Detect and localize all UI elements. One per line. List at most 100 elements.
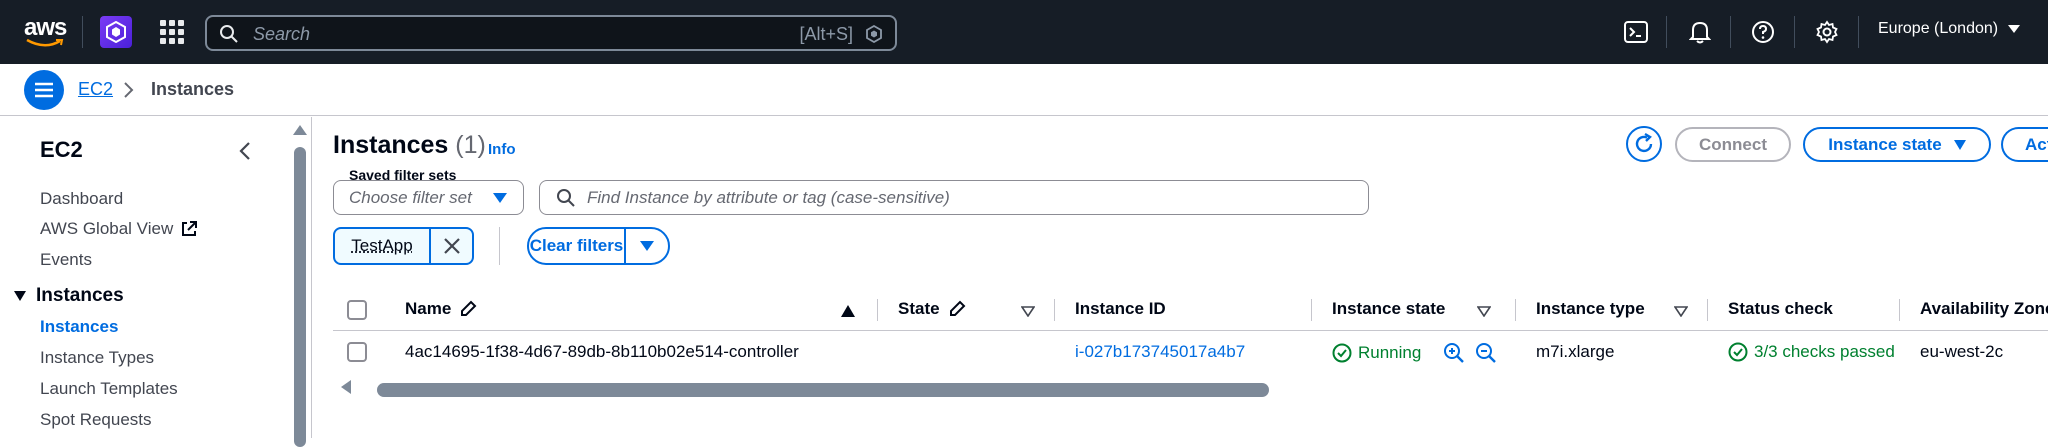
cell-instance-type: m7i.xlarge xyxy=(1536,342,1614,362)
search-icon xyxy=(556,188,576,208)
status-success-icon xyxy=(1332,343,1352,363)
sort-icon[interactable] xyxy=(1021,306,1035,317)
sort-icon[interactable] xyxy=(1477,306,1491,317)
filter-divider xyxy=(499,227,500,265)
instance-state-button-label: Instance state xyxy=(1828,135,1941,155)
column-header-instance-id[interactable]: Instance ID xyxy=(1075,299,1166,319)
cell-availability-zone: eu-west-2c xyxy=(1920,342,2003,362)
sidebar-section-instances[interactable]: Instances xyxy=(14,285,124,307)
chevron-left-icon[interactable] xyxy=(238,141,252,161)
instance-state-button[interactable]: Instance state xyxy=(1803,127,1991,162)
select-all-checkbox[interactable] xyxy=(347,300,367,320)
sidebar-item-launch-templates[interactable]: Launch Templates xyxy=(40,379,178,399)
column-header-status-check[interactable]: Status check xyxy=(1728,299,1833,319)
cell-status-check: 3/3 checks passed xyxy=(1728,342,1896,362)
sidebar-title: EC2 xyxy=(40,137,83,163)
global-search-input[interactable]: Search [Alt+S] xyxy=(205,15,897,51)
find-instance-input[interactable]: Find Instance by attribute or tag (case-… xyxy=(539,180,1369,215)
scroll-left-icon[interactable] xyxy=(341,380,351,394)
connect-button[interactable]: Connect xyxy=(1675,127,1791,162)
status-check-text: 3/3 checks passed xyxy=(1754,342,1895,362)
column-header-state[interactable]: State xyxy=(898,299,966,319)
table-header: Name State Instance ID Instance state In… xyxy=(333,289,2048,331)
sort-ascending-icon[interactable] xyxy=(841,305,855,317)
sidebar-section-label: Instances xyxy=(36,285,124,307)
page-title: Instances (1) xyxy=(333,131,486,160)
caret-down-icon xyxy=(1954,140,1966,150)
column-divider xyxy=(1311,299,1312,321)
saved-filter-placeholder: Choose filter set xyxy=(349,188,472,208)
help-icon xyxy=(1751,20,1775,44)
column-header-availability-zone[interactable]: Availability Zone xyxy=(1920,299,2048,319)
cell-name: 4ac14695-1f38-4d67-89db-8b110b02e514-con… xyxy=(405,342,799,362)
sidebar-item-events[interactable]: Events xyxy=(40,250,92,270)
clear-filters-dropdown[interactable] xyxy=(626,229,668,263)
services-grid-icon[interactable] xyxy=(160,20,184,44)
column-header-label: Instance type xyxy=(1536,299,1645,319)
sidebar-scroll-thumb[interactable] xyxy=(294,147,306,447)
sidebar-item-dashboard[interactable]: Dashboard xyxy=(40,189,123,209)
sidebar-item-spot-requests[interactable]: Spot Requests xyxy=(40,410,152,430)
actions-button[interactable]: Actions xyxy=(2001,127,2048,162)
aws-smile-icon xyxy=(26,38,64,48)
gear-icon xyxy=(1815,20,1839,44)
column-divider xyxy=(877,299,878,321)
row-checkbox[interactable] xyxy=(347,342,367,362)
sidebar-scrollbar[interactable] xyxy=(290,117,308,438)
column-header-label: State xyxy=(898,299,940,319)
refresh-button[interactable] xyxy=(1626,126,1662,162)
chevron-right-icon xyxy=(122,80,134,100)
zoom-out-icon[interactable] xyxy=(1475,342,1497,364)
actions-button-label: Actions xyxy=(2025,135,2048,155)
column-header-instance-state[interactable]: Instance state xyxy=(1332,299,1445,319)
scroll-up-icon[interactable] xyxy=(293,125,307,135)
bell-icon xyxy=(1689,20,1711,44)
service-favorite-icon[interactable] xyxy=(100,16,132,48)
side-nav-toggle-button[interactable] xyxy=(24,70,64,110)
edit-icon xyxy=(948,300,966,318)
table-horizontal-scrollbar[interactable] xyxy=(333,371,2048,401)
column-header-instance-type[interactable]: Instance type xyxy=(1536,299,1645,319)
table-row[interactable]: 4ac14695-1f38-4d67-89db-8b110b02e514-con… xyxy=(333,331,2048,373)
info-link[interactable]: Info xyxy=(488,141,516,158)
column-header-label: Availability Zone xyxy=(1920,299,2048,319)
caret-down-icon xyxy=(14,291,26,301)
help-button[interactable] xyxy=(1749,18,1777,46)
status-success-icon xyxy=(1728,342,1748,362)
cell-instance-id-link[interactable]: i-027b173745017a4b7 xyxy=(1075,342,1245,362)
remove-filter-button[interactable] xyxy=(431,229,472,263)
sidebar-item-global-view[interactable]: AWS Global View xyxy=(40,219,197,239)
zoom-in-icon[interactable] xyxy=(1443,342,1465,364)
top-navigation: aws Search [Alt+S] Europe (London) xyxy=(0,0,2048,64)
cell-instance-state: Running xyxy=(1332,342,1497,364)
column-divider xyxy=(1899,299,1900,321)
clear-filters-button-group: Clear filters xyxy=(527,227,670,265)
find-instance-placeholder: Find Instance by attribute or tag (case-… xyxy=(587,188,950,208)
settings-button[interactable] xyxy=(1813,18,1841,46)
table-scroll-thumb[interactable] xyxy=(377,383,1269,397)
search-shortcut: [Alt+S] xyxy=(799,24,853,45)
column-header-label: Status check xyxy=(1728,299,1833,319)
filter-token: TestApp xyxy=(333,227,474,265)
sidebar-item-instance-types[interactable]: Instance Types xyxy=(40,348,154,368)
sidebar-item-instances[interactable]: Instances xyxy=(40,317,118,337)
aws-logo[interactable]: aws xyxy=(24,16,68,48)
breadcrumb-link-ec2[interactable]: EC2 xyxy=(78,79,113,100)
column-divider xyxy=(1707,299,1708,321)
saved-filter-select[interactable]: Choose filter set xyxy=(333,180,524,215)
filter-token-label[interactable]: TestApp xyxy=(335,229,431,263)
breadcrumb-current: Instances xyxy=(151,79,234,100)
cloudshell-button[interactable] xyxy=(1622,18,1650,46)
caret-down-icon xyxy=(493,193,507,203)
region-selector[interactable]: Europe (London) xyxy=(1878,20,2020,38)
nav-divider xyxy=(1730,16,1731,48)
breadcrumb: EC2 Instances xyxy=(0,64,2048,116)
edit-icon xyxy=(459,300,477,318)
sort-icon[interactable] xyxy=(1674,306,1688,317)
column-header-label: Name xyxy=(405,299,451,319)
clear-filters-button[interactable]: Clear filters xyxy=(529,229,626,263)
notifications-button[interactable] xyxy=(1686,18,1714,46)
external-link-icon xyxy=(181,221,197,237)
nav-divider xyxy=(1858,16,1859,48)
column-header-name[interactable]: Name xyxy=(405,299,477,319)
